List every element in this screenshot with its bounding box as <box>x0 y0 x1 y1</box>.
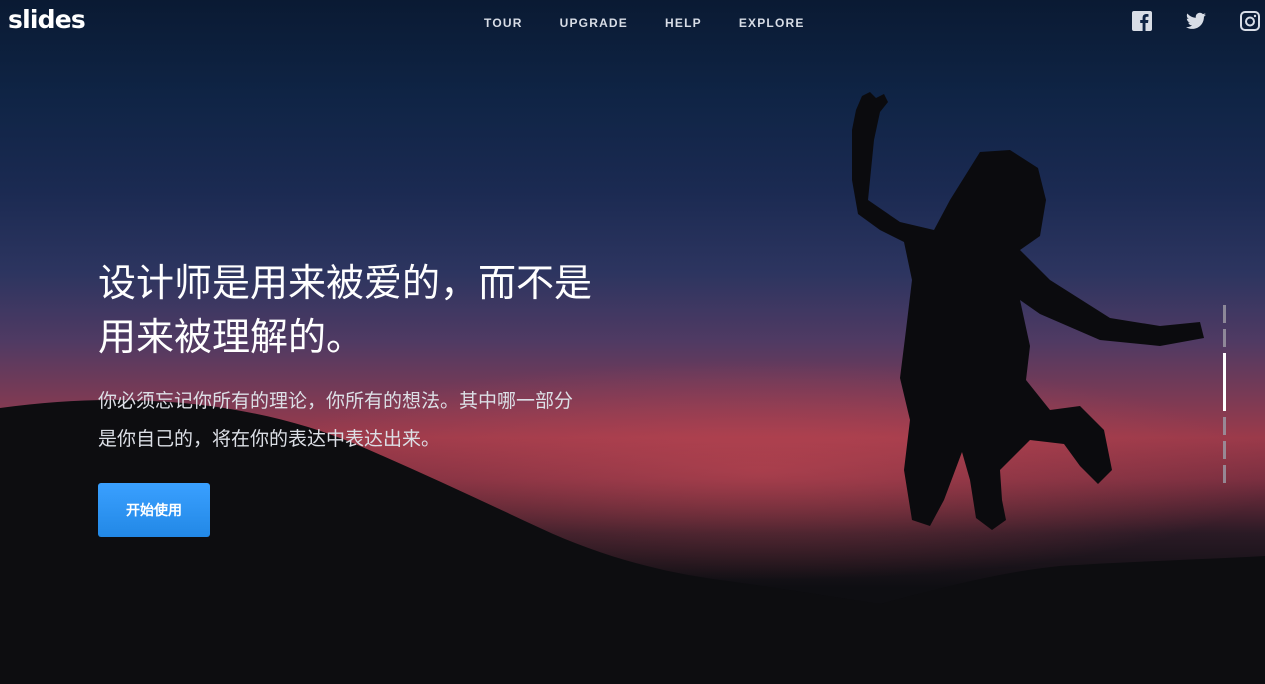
twitter-icon[interactable] <box>1186 11 1206 31</box>
headline-line-1: 设计师是用来被爱的，而不是 <box>98 261 593 305</box>
headline-line-2: 用来被理解的。 <box>98 315 365 359</box>
pager-dot[interactable] <box>1223 441 1226 459</box>
hero-section: slides TOUR UPGRADE HELP EXPLORE 设计师是用来被… <box>0 0 1265 684</box>
hero-subtitle: 你必须忘记你所有的理论，你所有的想法。其中哪一部分 是你自己的，将在你的表达中表… <box>98 382 658 458</box>
nav-upgrade[interactable]: UPGRADE <box>560 16 628 30</box>
pager-dot-active[interactable] <box>1223 353 1226 411</box>
get-started-button[interactable]: 开始使用 <box>98 483 210 537</box>
hero-headline: 设计师是用来被爱的，而不是 用来被理解的。 <box>98 256 658 364</box>
top-nav: TOUR UPGRADE HELP EXPLORE <box>484 16 842 30</box>
subtitle-line-1: 你必须忘记你所有的理论，你所有的想法。其中哪一部分 <box>98 390 574 412</box>
slide-pager <box>1223 305 1227 489</box>
pager-dot[interactable] <box>1223 465 1226 483</box>
subtitle-line-2: 是你自己的，将在你的表达中表达出来。 <box>98 428 441 450</box>
pager-dot[interactable] <box>1223 329 1226 347</box>
pager-dot[interactable] <box>1223 305 1226 323</box>
facebook-icon[interactable] <box>1132 11 1152 31</box>
nav-tour[interactable]: TOUR <box>484 16 523 30</box>
instagram-icon[interactable] <box>1240 11 1260 31</box>
pager-dot[interactable] <box>1223 417 1226 435</box>
nav-help[interactable]: HELP <box>665 16 702 30</box>
nav-explore[interactable]: EXPLORE <box>739 16 805 30</box>
social-links <box>1098 11 1260 31</box>
slides-logo[interactable]: slides <box>8 5 86 34</box>
